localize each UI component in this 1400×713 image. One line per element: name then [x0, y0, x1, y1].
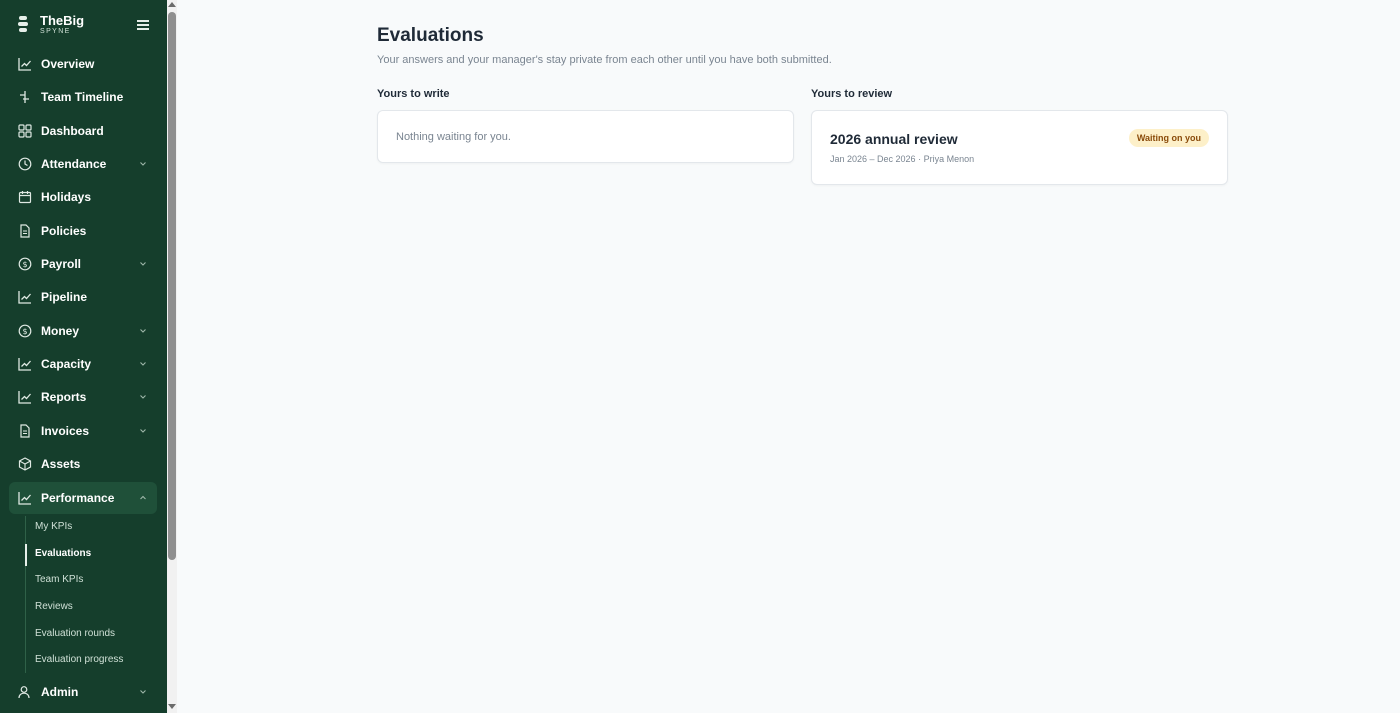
chart-line-icon: [18, 358, 31, 371]
chart-line-icon: [18, 58, 31, 71]
sidebar-item-label: Admin: [41, 685, 79, 699]
sidebar-item-attendance[interactable]: Attendance: [9, 149, 157, 179]
sidebar-item-money[interactable]: $ Money: [9, 316, 157, 346]
sidebar-item-label: Pipeline: [41, 290, 88, 304]
sidebar-item-pipeline[interactable]: Pipeline: [9, 282, 157, 312]
clock-icon: [18, 157, 32, 171]
sidebar-item-admin[interactable]: Admin: [9, 677, 157, 707]
chevron-down-icon: [140, 395, 146, 399]
menu-toggle-icon[interactable]: [137, 20, 149, 30]
review-section-title: Yours to review: [811, 88, 893, 100]
page-title: Evaluations: [377, 25, 484, 46]
svg-text:$: $: [22, 327, 27, 336]
scrollbar-thumb[interactable]: [168, 12, 176, 560]
brand-logo-icon: [17, 16, 29, 34]
empty-state-text: Nothing waiting for you.: [396, 131, 511, 143]
submenu-item-evaluation-rounds[interactable]: Evaluation rounds: [25, 624, 157, 646]
submenu-item-label: My KPIs: [35, 521, 73, 532]
sidebar-item-label: Dashboard: [41, 124, 104, 138]
chart-line-icon: [18, 391, 31, 404]
calendar-icon: [18, 191, 32, 204]
sidebar-item-invoices[interactable]: Invoices: [9, 416, 157, 446]
box-icon: [18, 457, 32, 471]
review-card-meta: Jan 2026 – Dec 2026 · Priya Menon: [830, 154, 975, 164]
status-badge: Waiting on you: [1128, 129, 1209, 147]
dollar-circle-icon: $: [18, 324, 32, 338]
review-card-title: 2026 annual review: [830, 131, 958, 147]
sidebar-item-label: Holidays: [41, 190, 92, 204]
submenu-item-my-kpis[interactable]: My KPIs: [25, 517, 157, 539]
sidebar-item-policies[interactable]: Policies: [9, 216, 157, 246]
write-section-title: Yours to write: [377, 88, 450, 100]
sidebar-item-label: Policies: [41, 224, 87, 238]
brand-subtitle: SPYNE: [40, 28, 71, 35]
chart-line-icon: [18, 291, 31, 304]
sidebar-item-label: Payroll: [41, 257, 82, 271]
chart-line-icon: [18, 492, 31, 505]
brand[interactable]: TheBig SPYNE: [15, 12, 155, 40]
brand-name: TheBig: [40, 13, 85, 28]
page-subtitle: Your answers and your manager's stay pri…: [377, 54, 832, 66]
grid-icon: [18, 124, 32, 138]
sidebar-item-label: Assets: [41, 457, 81, 471]
sidebar-item-label: Overview: [41, 57, 95, 71]
user-icon: [18, 686, 30, 699]
chevron-down-icon: [140, 162, 146, 166]
submenu-item-label: Evaluations: [35, 548, 92, 559]
sidebar-item-label: Attendance: [41, 157, 107, 171]
chevron-down-icon: [140, 429, 146, 433]
sidebar-item-payroll[interactable]: $ Payroll: [9, 249, 157, 279]
sidebar-item-label: Invoices: [41, 424, 90, 438]
chevron-up-icon: [140, 495, 146, 500]
dollar-circle-icon: $: [18, 257, 32, 271]
svg-text:$: $: [22, 260, 27, 269]
sidebar-item-dashboard[interactable]: Dashboard: [9, 116, 157, 146]
scroll-up-arrow-icon[interactable]: [168, 2, 176, 7]
sidebar-item-reports[interactable]: Reports: [9, 382, 157, 412]
write-empty-card: Nothing waiting for you.: [377, 110, 794, 163]
chevron-down-icon: [140, 262, 146, 266]
chevron-down-icon: [140, 329, 146, 333]
sidebar-item-label: Reports: [41, 390, 87, 404]
sidebar-item-label: Team Timeline: [41, 90, 124, 104]
submenu-item-label: Evaluation progress: [35, 654, 124, 665]
chevron-down-icon: [140, 690, 146, 694]
main-content: Evaluations Your answers and your manage…: [177, 0, 1400, 713]
sidebar-item-team-timeline[interactable]: Team Timeline: [9, 82, 157, 112]
chevron-down-icon: [140, 362, 146, 366]
submenu-item-evaluation-progress[interactable]: Evaluation progress: [25, 650, 157, 672]
scroll-down-arrow-icon[interactable]: [168, 704, 176, 709]
sidebar-item-label: Performance: [41, 491, 115, 505]
timeline-icon: [20, 91, 29, 103]
submenu-item-label: Evaluation rounds: [35, 628, 116, 639]
document-icon: [20, 424, 30, 438]
submenu-item-evaluations[interactable]: Evaluations: [25, 544, 157, 566]
submenu-item-reviews[interactable]: Reviews: [25, 597, 157, 619]
sidebar-item-holidays[interactable]: Holidays: [9, 182, 157, 212]
sidebar-item-assets[interactable]: Assets: [9, 449, 157, 479]
sidebar-item-performance[interactable]: Performance: [9, 482, 157, 514]
sidebar-item-overview[interactable]: Overview: [9, 49, 157, 79]
document-icon: [20, 224, 30, 238]
submenu-item-team-kpis[interactable]: Team KPIs: [25, 570, 157, 592]
sidebar-item-label: Capacity: [41, 357, 92, 371]
sidebar-item-capacity[interactable]: Capacity: [9, 349, 157, 379]
sidebar-scrollbar[interactable]: [167, 0, 177, 713]
review-card[interactable]: 2026 annual review Jan 2026 – Dec 2026 ·…: [811, 110, 1228, 185]
sidebar: TheBig SPYNE Overview Team Timeline Dash…: [0, 0, 167, 713]
submenu-item-label: Reviews: [35, 601, 73, 612]
sidebar-item-label: Money: [41, 324, 80, 338]
submenu-item-label: Team KPIs: [35, 574, 84, 585]
